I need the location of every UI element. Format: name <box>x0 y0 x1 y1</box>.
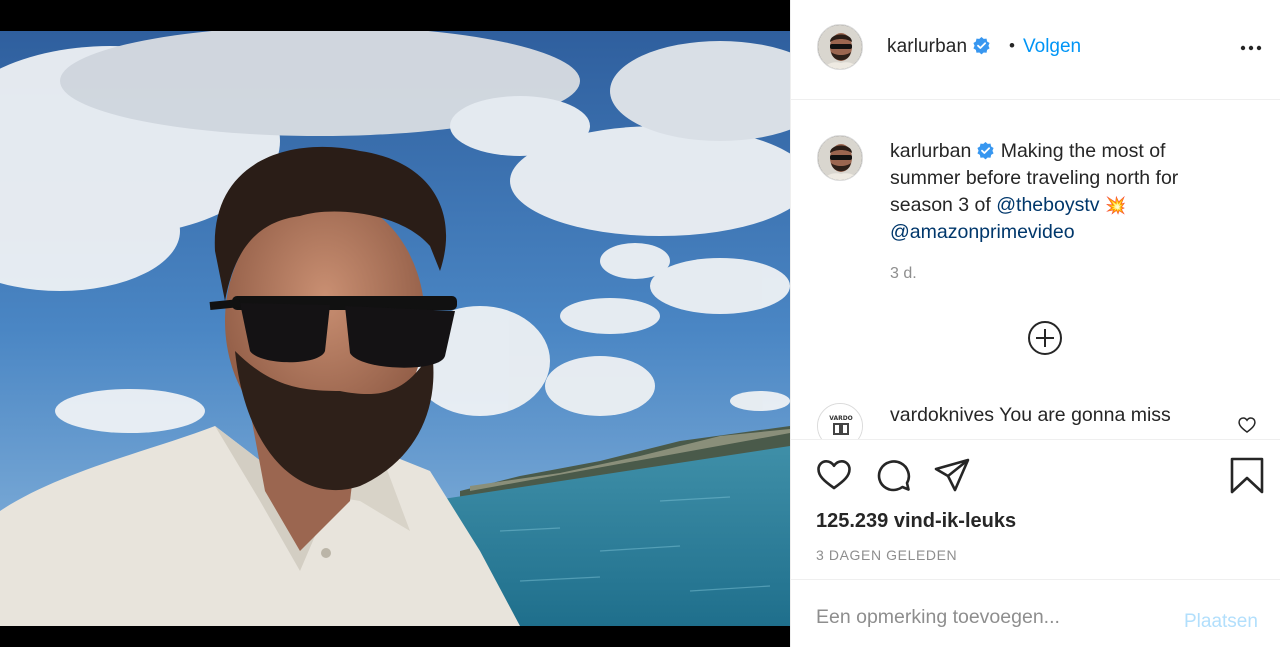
likes-count[interactable]: 125.239 vind-ik-leuks <box>816 510 1016 533</box>
post-media <box>0 0 790 647</box>
comments-list: VARDO vardoknives You are gonna miss <box>791 395 1280 439</box>
verified-badge-icon <box>973 36 990 55</box>
comment-text: You are gonna miss <box>999 404 1171 426</box>
verified-badge-icon <box>977 141 994 160</box>
follow-button[interactable]: Volgen <box>1023 36 1081 58</box>
author-username[interactable]: karlurban <box>887 36 991 58</box>
post-timestamp[interactable]: 3 DAGEN GELEDEN <box>816 547 957 563</box>
comment-icon[interactable] <box>874 456 912 494</box>
comment-input[interactable] <box>816 604 1156 630</box>
instagram-post-modal: karlurban • Volgen karlurban Making the … <box>0 0 1280 647</box>
author-username-text[interactable]: karlurban <box>887 36 967 57</box>
mention-link[interactable]: @amazonprimevideo <box>890 221 1075 243</box>
bookmark-icon[interactable] <box>1228 456 1266 494</box>
add-comment-bar: Plaatsen <box>791 579 1280 647</box>
post-panel: karlurban • Volgen karlurban Making the … <box>790 0 1280 647</box>
post-comment-button[interactable]: Plaatsen <box>1184 611 1258 633</box>
comment-like-heart-icon[interactable] <box>1237 415 1257 435</box>
author-avatar[interactable] <box>817 24 863 70</box>
caption-username[interactable]: karlurban <box>890 140 971 162</box>
caption-age[interactable]: 3 d. <box>890 265 917 283</box>
heart-icon[interactable] <box>815 456 853 494</box>
comment-text-row: vardoknives You are gonna miss <box>890 404 1171 427</box>
load-more-comments-icon[interactable] <box>1027 320 1063 356</box>
mention-link[interactable]: @theboystv <box>996 194 1099 216</box>
caption-avatar[interactable] <box>817 135 863 181</box>
post-caption: karlurban Making the most of summer befo… <box>890 138 1230 246</box>
svg-text:VARDO: VARDO <box>829 415 853 422</box>
follow-separator: • <box>1009 36 1015 55</box>
post-actions: 125.239 vind-ik-leuks 3 DAGEN GELEDEN <box>791 439 1280 579</box>
share-icon[interactable] <box>933 456 971 494</box>
commenter-avatar[interactable]: VARDO <box>817 403 863 439</box>
comment-username[interactable]: vardoknives <box>890 404 994 426</box>
more-horizontal-icon[interactable] <box>1239 40 1263 56</box>
post-header: karlurban • Volgen <box>791 0 1280 100</box>
collision-emoji: 💥 <box>1104 196 1127 215</box>
post-photo[interactable] <box>0 31 790 626</box>
